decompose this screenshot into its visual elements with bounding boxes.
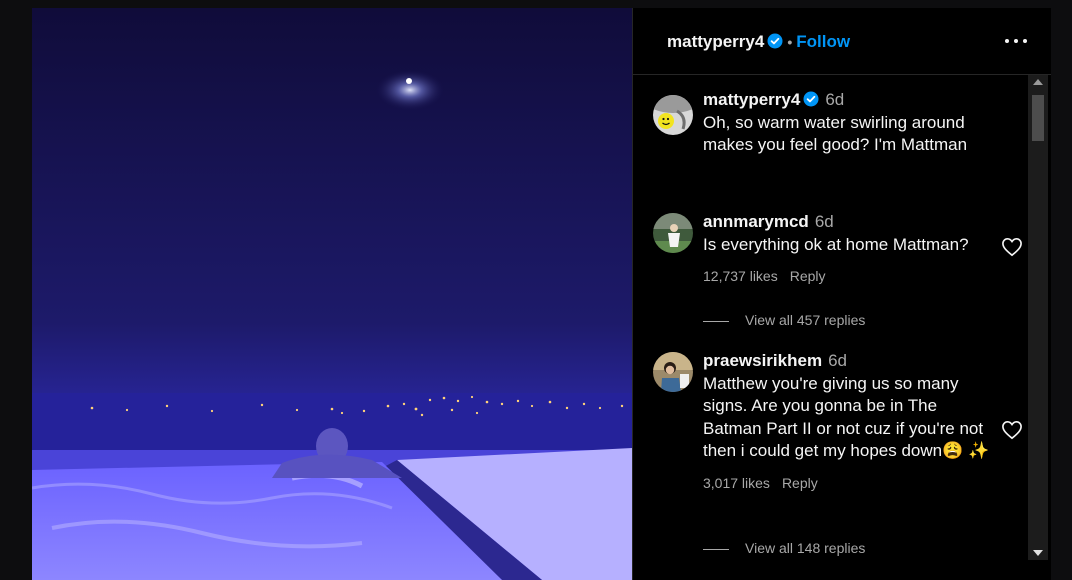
view-replies-label[interactable]: View all 148 replies [745,540,865,556]
reply-button[interactable]: Reply [790,268,826,284]
scroll-up-arrow-icon[interactable] [1033,79,1043,85]
comment-username[interactable]: annmarymcd [703,212,809,231]
comment-likes[interactable]: 3,017 likes [703,475,770,491]
heart-icon[interactable] [1001,420,1023,440]
verified-badge-icon [767,33,783,49]
comment-timestamp[interactable]: 6d [828,351,847,370]
view-replies-label[interactable]: View all 457 replies [745,312,865,328]
avatar[interactable] [653,213,693,253]
comment-text: Is everything ok at home Mattman? [703,234,969,254]
view-replies-button[interactable]: View all 457 replies [703,312,865,328]
reply-button[interactable]: Reply [782,475,818,491]
header-username[interactable]: mattyperry4 [667,32,764,51]
view-replies-button[interactable]: View all 148 replies [703,540,865,556]
comment-text: Matthew you're giving us so many signs. … [703,373,990,461]
follow-button[interactable]: Follow [796,32,850,51]
post-photo[interactable] [32,8,632,580]
comment-timestamp[interactable]: 6d [815,212,834,231]
post-header: mattyperry4 • Follow [633,8,1051,75]
scrollbar-thumb[interactable] [1032,95,1044,141]
comment-item: annmarymcd 6d Is everything ok at home Ma… [653,211,1023,321]
caption-text: Oh, so warm water swirling around makes … [703,112,968,155]
comment-item: praewsirikhem 6d Matthew you're giving us… [653,350,1023,520]
heart-icon[interactable] [1001,237,1023,257]
hot-tub-night-image [32,8,632,580]
avatar[interactable] [653,352,693,392]
more-options-icon[interactable] [1005,30,1027,50]
comments-panel: mattyperry4 • Follow mattyperry4 6d Oh, … [632,8,1051,580]
caption-timestamp[interactable]: 6d [825,90,844,109]
scroll-down-arrow-icon[interactable] [1033,550,1043,556]
header-separator: • [787,34,793,50]
comment-username[interactable]: praewsirikhem [703,351,822,370]
comments-list: mattyperry4 6d Oh, so warm water swirling… [633,75,1028,580]
verified-badge-icon [803,91,819,107]
caption-username[interactable]: mattyperry4 [703,90,800,109]
comments-scrollbar[interactable] [1028,75,1048,560]
avatar[interactable] [653,95,693,135]
comment-likes[interactable]: 12,737 likes [703,268,778,284]
